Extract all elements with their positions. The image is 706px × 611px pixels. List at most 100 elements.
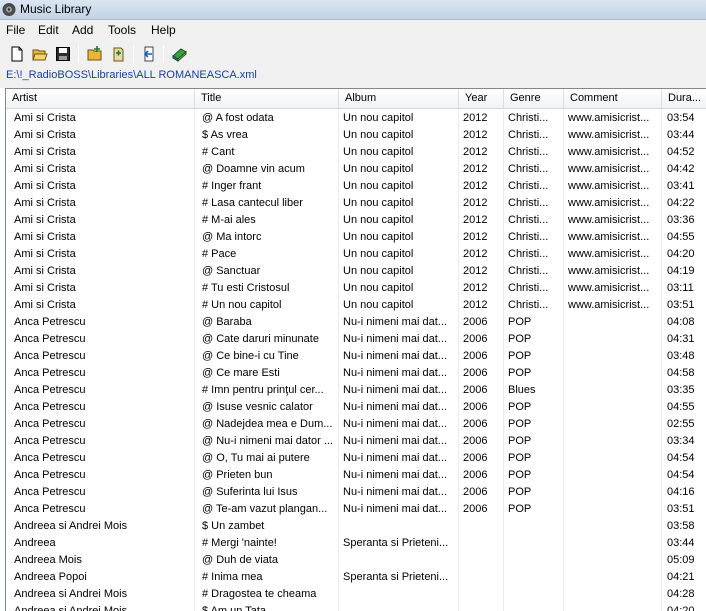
open-button[interactable] bbox=[29, 43, 51, 65]
comment-cell: www.amisicrist... bbox=[564, 263, 662, 280]
artist-cell: Anca Petrescu bbox=[6, 501, 195, 518]
table-row[interactable]: Anca Petrescu @ Isuse vesnic calator Nu-i … bbox=[6, 399, 706, 416]
column-title[interactable]: Title bbox=[195, 89, 339, 108]
comment-cell bbox=[564, 484, 662, 501]
album-cell: Un nou capitol bbox=[339, 263, 459, 280]
year-cell: 2012 bbox=[459, 229, 504, 246]
table-row[interactable]: Andreea Popoi # Inima mea Speranta si Prie… bbox=[6, 569, 706, 586]
title-cell: @ Ce mare Esti bbox=[195, 365, 339, 382]
track-list[interactable]: Artist Title Album Year Genre Comment Du… bbox=[5, 88, 706, 611]
table-row[interactable]: Ami si Crista # Un nou capitol Un nou capi… bbox=[6, 297, 706, 314]
table-row[interactable]: Anca Petrescu @ Suferinta lui Isus Nu-i ni… bbox=[6, 484, 706, 501]
genre-cell: POP bbox=[504, 416, 564, 433]
table-row[interactable]: Ami si Crista # Tu esti Cristosul Un nou c… bbox=[6, 280, 706, 297]
menu-add[interactable]: Add bbox=[72, 23, 93, 37]
new-button[interactable] bbox=[6, 43, 28, 65]
column-duration[interactable]: Dura... bbox=[662, 89, 706, 108]
table-row[interactable]: Ami si Crista # M-ai ales Un nou capitol 20… bbox=[6, 212, 706, 229]
artist-cell: Ami si Crista bbox=[6, 127, 195, 144]
title-cell: # Un nou capitol bbox=[195, 297, 339, 314]
artist-cell: Anca Petrescu bbox=[6, 450, 195, 467]
add-folder-button[interactable] bbox=[84, 43, 106, 65]
artist-cell: Anca Petrescu bbox=[6, 399, 195, 416]
save-button[interactable] bbox=[52, 43, 74, 65]
year-cell: 2012 bbox=[459, 144, 504, 161]
table-row[interactable]: Anca Petrescu @ Ce bine-i cu Tine Nu-i nim… bbox=[6, 348, 706, 365]
title-cell: $ Am un Tata bbox=[195, 603, 339, 611]
table-row[interactable]: Anca Petrescu @ Te-am vazut plangan... Nu-… bbox=[6, 501, 706, 518]
import-icon bbox=[143, 46, 154, 62]
table-row[interactable]: Anca Petrescu @ O, Tu mai ai putere Nu-i n… bbox=[6, 450, 706, 467]
year-cell: 2006 bbox=[459, 450, 504, 467]
import-button[interactable] bbox=[138, 43, 160, 65]
year-cell: 2012 bbox=[459, 127, 504, 144]
album-cell: Nu-i nimeni mai dat... bbox=[339, 365, 459, 382]
comment-cell: www.amisicrist... bbox=[564, 178, 662, 195]
table-row[interactable]: Anca Petrescu @ Nu-i nimeni mai dator ...… bbox=[6, 433, 706, 450]
column-header: Artist Title Album Year Genre Comment Du… bbox=[6, 89, 706, 109]
column-genre[interactable]: Genre bbox=[504, 89, 564, 108]
artist-cell: Anca Petrescu bbox=[6, 365, 195, 382]
duration-cell: 03:41 bbox=[667, 180, 695, 192]
table-row[interactable]: Anca Petrescu @ Cate daruri minunate Nu-i … bbox=[6, 331, 706, 348]
toolbar-separator bbox=[163, 45, 164, 63]
duration-cell: 02:55 bbox=[667, 418, 695, 430]
table-row[interactable]: Ami si Crista @ Ma intorc Un nou capitol 20… bbox=[6, 229, 706, 246]
comment-cell: www.amisicrist... bbox=[564, 229, 662, 246]
table-row[interactable]: Ami si Crista $ As vrea Un nou capitol 2012… bbox=[6, 127, 706, 144]
title-cell: $ Un zambet bbox=[195, 518, 339, 535]
table-row[interactable]: Ami si Crista @ Doamne vin acum Un nou cap… bbox=[6, 161, 706, 178]
table-row[interactable]: Ami si Crista # Cant Un nou capitol 2012 Chr… bbox=[6, 144, 706, 161]
table-row[interactable]: Andreea # Mergi 'nainte! Speranta si Priet… bbox=[6, 535, 706, 552]
genre-cell: Christi... bbox=[504, 110, 564, 127]
menu-edit[interactable]: Edit bbox=[38, 23, 59, 37]
table-row[interactable]: Ami si Crista # Inger frant Un nou capitol… bbox=[6, 178, 706, 195]
album-cell: Un nou capitol bbox=[339, 127, 459, 144]
duration-cell: 03:51 bbox=[667, 503, 695, 515]
album-cell: Un nou capitol bbox=[339, 246, 459, 263]
column-comment[interactable]: Comment bbox=[564, 89, 662, 108]
table-row[interactable]: Andreea si Andrei Mois $ Am un Tata 04:20 bbox=[6, 603, 706, 611]
add-file-icon bbox=[113, 47, 124, 62]
library-button[interactable] bbox=[168, 43, 190, 65]
title-cell: # Mergi 'nainte! bbox=[195, 535, 339, 552]
year-cell: 2012 bbox=[459, 280, 504, 297]
new-file-icon bbox=[11, 46, 23, 62]
toolbar bbox=[0, 40, 706, 67]
album-cell: Un nou capitol bbox=[339, 110, 459, 127]
column-artist[interactable]: Artist bbox=[6, 89, 195, 108]
title-cell: # Imn pentru prinţul cer... bbox=[195, 382, 339, 399]
menu-help[interactable]: Help bbox=[151, 23, 176, 37]
add-file-button[interactable] bbox=[107, 43, 129, 65]
column-album[interactable]: Album bbox=[339, 89, 459, 108]
duration-cell: 04:22 bbox=[667, 197, 695, 209]
year-cell bbox=[459, 603, 504, 611]
table-row[interactable]: Andreea si Andrei Mois # Dragostea te che… bbox=[6, 586, 706, 603]
table-row[interactable]: Anca Petrescu # Imn pentru prinţul cer...… bbox=[6, 382, 706, 399]
table-row[interactable]: Anca Petrescu @ Prieten bun Nu-i nimeni ma… bbox=[6, 467, 706, 484]
table-row[interactable]: Anca Petrescu @ Ce mare Esti Nu-i nimeni m… bbox=[6, 365, 706, 382]
album-cell: Speranta si Prieteni... bbox=[339, 535, 459, 552]
genre-cell: Christi... bbox=[504, 263, 564, 280]
table-row[interactable]: Anca Petrescu @ Nadejdea mea e Dum... Nu-i… bbox=[6, 416, 706, 433]
title-cell: @ Sanctuar bbox=[195, 263, 339, 280]
genre-cell: POP bbox=[504, 484, 564, 501]
table-row[interactable]: Ami si Crista # Pace Un nou capitol 2012 Chr… bbox=[6, 246, 706, 263]
comment-cell bbox=[564, 348, 662, 365]
table-row[interactable]: Andreea si Andrei Mois $ Un zambet 03:58 bbox=[6, 518, 706, 535]
column-year[interactable]: Year bbox=[459, 89, 504, 108]
table-row[interactable]: Ami si Crista # Lasa cantecul liber Un nou… bbox=[6, 195, 706, 212]
artist-cell: Ami si Crista bbox=[6, 280, 195, 297]
table-row[interactable]: Anca Petrescu @ Baraba Nu-i nimeni mai dat… bbox=[6, 314, 706, 331]
table-row[interactable]: Ami si Crista @ Sanctuar Un nou capitol 201… bbox=[6, 263, 706, 280]
menu-tools[interactable]: Tools bbox=[108, 23, 136, 37]
artist-cell: Anca Petrescu bbox=[6, 348, 195, 365]
year-cell: 2006 bbox=[459, 331, 504, 348]
menu-file[interactable]: File bbox=[6, 23, 25, 37]
artist-cell: Andreea Mois bbox=[6, 552, 195, 569]
artist-cell: Ami si Crista bbox=[6, 263, 195, 280]
duration-cell: 04:08 bbox=[667, 316, 695, 328]
table-row[interactable]: Andreea Mois @ Duh de viata 05:09 bbox=[6, 552, 706, 569]
title-cell: # M-ai ales bbox=[195, 212, 339, 229]
table-row[interactable]: Ami si Crista @ A fost odata Un nou capito… bbox=[6, 110, 706, 127]
